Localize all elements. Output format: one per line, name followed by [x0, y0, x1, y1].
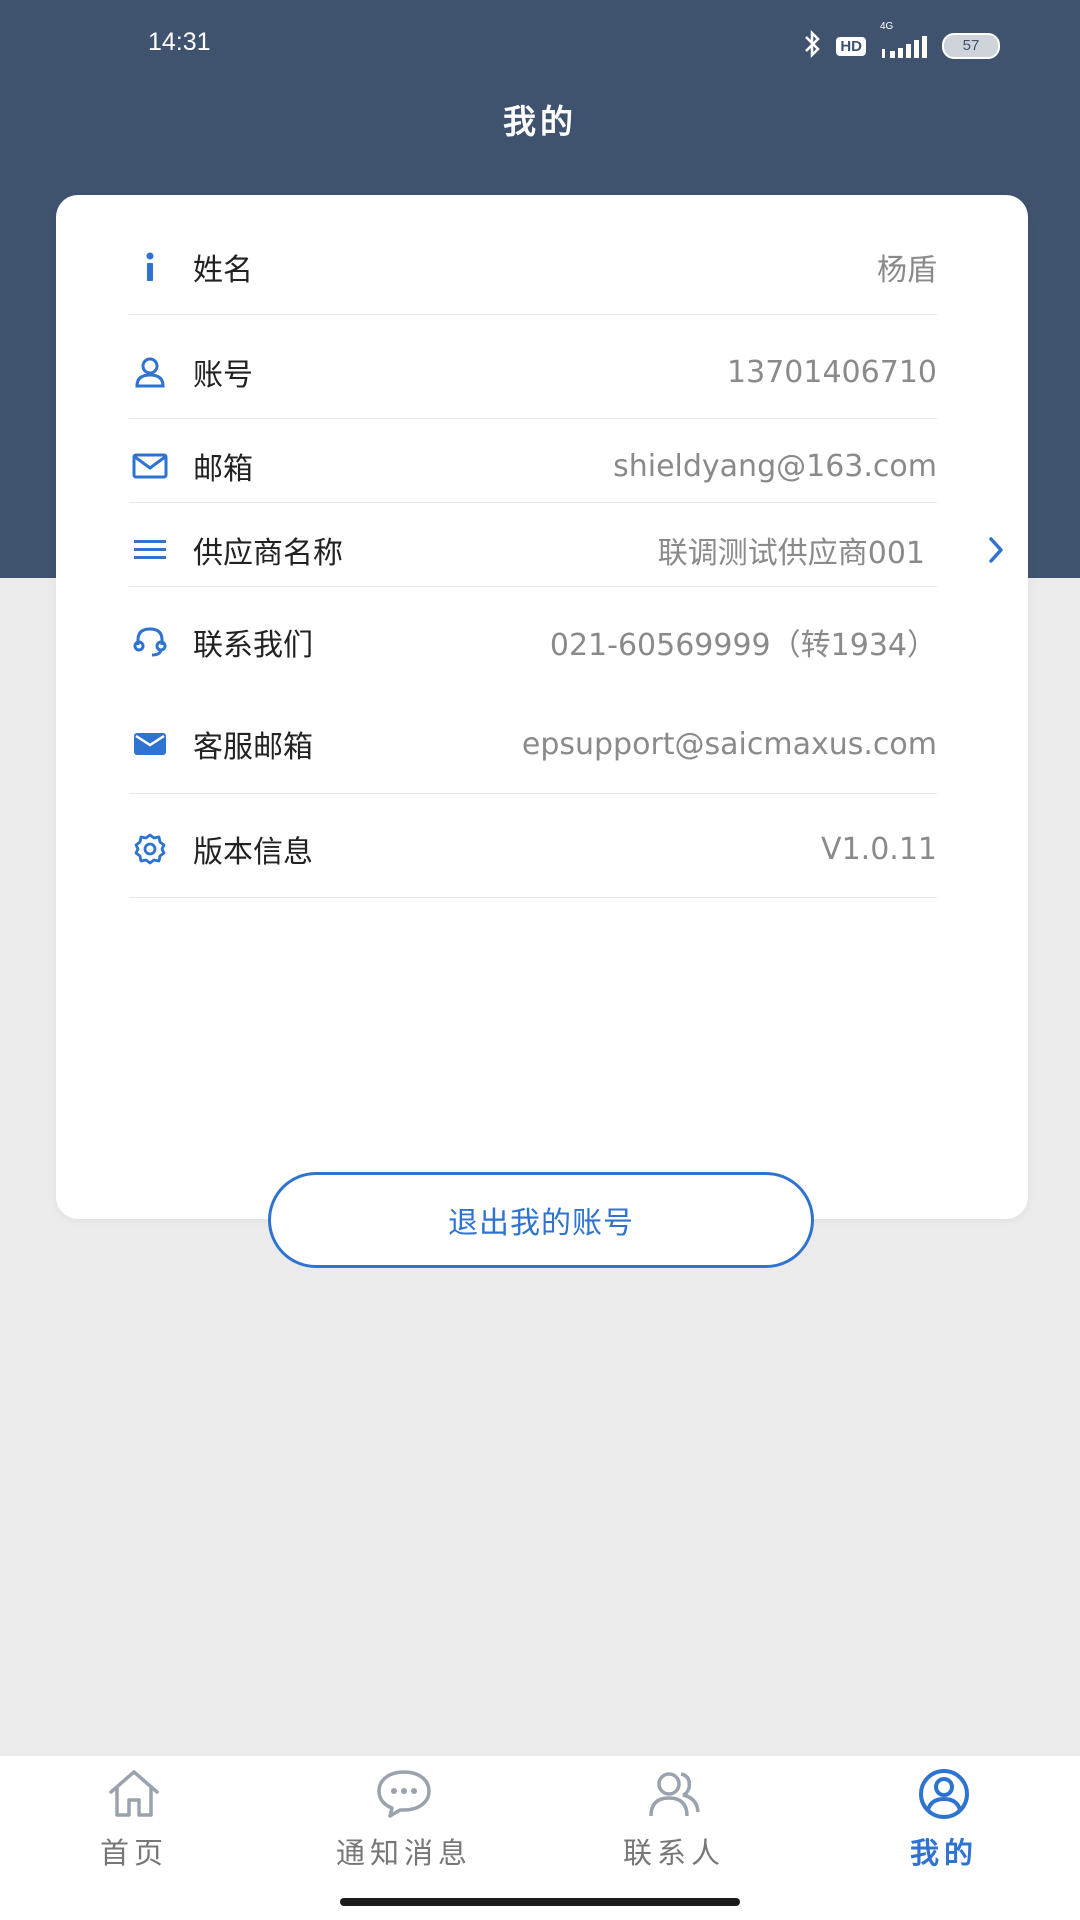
row-label: 联系我们	[193, 628, 313, 663]
status-bar: 14:31 HD 4G 57	[0, 0, 1080, 92]
divider	[129, 897, 937, 898]
tab-label: 联系人	[622, 1836, 725, 1870]
tab-label: 通知消息	[335, 1836, 472, 1870]
chat-bubble-icon	[304, 1768, 504, 1824]
settings-icon	[129, 828, 171, 870]
tab-label: 我的	[909, 1836, 978, 1870]
bottom-tab-bar: 首页 通知消息 联系人 我的	[0, 1756, 1080, 1920]
user-icon	[129, 351, 171, 393]
divider	[129, 418, 937, 419]
home-indicator[interactable]	[340, 1898, 740, 1906]
divider	[129, 314, 937, 315]
row-value: epsupport@saicmaxus.com	[521, 726, 937, 762]
battery-indicator: 57	[942, 33, 1000, 59]
row-value: V1.0.11	[821, 831, 937, 867]
bluetooth-icon	[802, 29, 822, 62]
profile-row-contact: 联系我们 021-60569999（转1934）	[129, 620, 1011, 664]
profile-row-service-email: 客服邮箱 epsupport@saicmaxus.com	[129, 722, 1011, 766]
profile-row-version: 版本信息 V1.0.11	[129, 827, 1011, 871]
profile-row-name: 姓名 杨盾	[129, 245, 1011, 289]
profile-row-supplier[interactable]: 供应商名称 联调测试供应商001	[129, 528, 1011, 572]
network-label: 4G	[880, 21, 894, 32]
row-value: 021-60569999（转1934）	[549, 628, 937, 663]
row-value: 联调测试供应商001	[657, 536, 925, 571]
profile-circle-icon	[844, 1768, 1044, 1824]
divider	[129, 502, 937, 503]
profile-card: 姓名 杨盾 账号 13701406710 邮箱 shieldyang@163.c…	[56, 195, 1028, 1219]
row-value: 杨盾	[877, 253, 937, 288]
hd-badge: HD	[836, 36, 866, 56]
row-label: 供应商名称	[193, 536, 343, 571]
logout-button[interactable]: 退出我的账号	[268, 1172, 814, 1268]
status-time: 14:31	[148, 28, 211, 56]
divider	[129, 793, 937, 794]
row-label: 账号	[193, 358, 253, 393]
status-icons: HD 4G 57	[802, 21, 1000, 62]
mail-filled-icon	[129, 723, 171, 765]
tab-notifications[interactable]: 通知消息	[304, 1768, 504, 1872]
profile-row-account: 账号 13701406710	[129, 350, 1011, 394]
home-icon	[34, 1768, 234, 1824]
row-value: 13701406710	[727, 354, 937, 390]
chevron-right-icon[interactable]	[981, 535, 1011, 565]
info-icon	[129, 246, 171, 288]
row-value: shieldyang@163.com	[613, 448, 937, 484]
row-label: 邮箱	[193, 452, 253, 487]
row-label: 姓名	[193, 253, 253, 288]
tab-contacts[interactable]: 联系人	[574, 1768, 774, 1872]
tab-home[interactable]: 首页	[34, 1768, 234, 1872]
profile-row-email: 邮箱 shieldyang@163.com	[129, 444, 1011, 488]
signal-icon: 4G	[880, 21, 928, 59]
mail-icon	[129, 445, 171, 487]
divider	[129, 586, 937, 587]
contacts-icon	[574, 1768, 774, 1824]
menu-lines-icon	[129, 529, 171, 571]
page-title: 我的	[503, 102, 577, 141]
tab-profile[interactable]: 我的	[844, 1768, 1044, 1872]
row-label: 版本信息	[193, 835, 313, 870]
row-label: 客服邮箱	[193, 730, 313, 765]
tab-label: 首页	[99, 1836, 168, 1870]
headset-icon	[129, 621, 171, 663]
